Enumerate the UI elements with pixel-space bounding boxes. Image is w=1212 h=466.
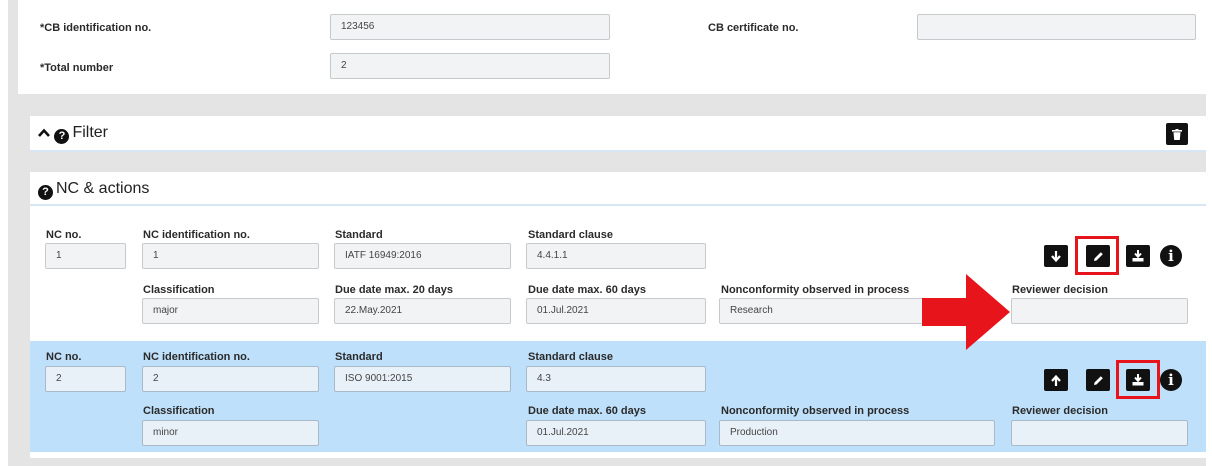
- standard-label: Standard: [335, 229, 383, 241]
- due-date-60-label: Due date max. 60 days: [528, 405, 647, 417]
- download-button-highlight: [1116, 360, 1160, 399]
- download-button[interactable]: [1126, 245, 1150, 267]
- clear-filter-button[interactable]: [1166, 123, 1188, 145]
- arrow-up-icon: [1051, 374, 1061, 386]
- due-date-60-label: Due date max. 60 days: [528, 284, 647, 296]
- filter-divider: [30, 150, 1206, 152]
- due-date-60-field[interactable]: 01.Jul.2021: [526, 420, 706, 446]
- standard-clause-label: Standard clause: [528, 351, 613, 363]
- due-date-60-field[interactable]: 01.Jul.2021: [526, 298, 706, 324]
- standard-clause-field[interactable]: 4.4.1.1: [526, 243, 706, 269]
- reviewer-decision-label: Reviewer decision: [1012, 405, 1108, 417]
- nc-row-2: NC no. 2 NC identification no. 2 Standar…: [30, 341, 1206, 452]
- nc-identification-field[interactable]: 2: [142, 366, 319, 392]
- due-date-20-field[interactable]: 22.May.2021: [334, 298, 511, 324]
- cb-id-field[interactable]: 123456: [330, 14, 610, 40]
- due-date-20-label: Due date max. 20 days: [335, 284, 454, 296]
- header-panel: *CB identification no. 123456 CB certifi…: [18, 0, 1206, 94]
- nc-no-field[interactable]: 1: [45, 243, 126, 269]
- nc-section-title: ? NC & actions: [38, 180, 149, 200]
- question-circle-icon: ?: [38, 185, 53, 200]
- cb-certificate-field[interactable]: [917, 14, 1196, 40]
- standard-field[interactable]: ISO 9001:2015: [334, 366, 511, 392]
- nc-no-label: NC no.: [46, 229, 82, 241]
- move-up-button[interactable]: [1044, 369, 1068, 391]
- info-icon[interactable]: i: [1160, 245, 1182, 267]
- nc-identification-label: NC identification no.: [143, 351, 250, 363]
- classification-label: Classification: [143, 284, 215, 296]
- arrow-down-icon: [1051, 250, 1061, 262]
- reviewer-decision-label: Reviewer decision: [1012, 284, 1108, 296]
- nc-title: NC & actions: [56, 180, 150, 197]
- info-icon[interactable]: i: [1160, 369, 1182, 391]
- download-icon: [1132, 250, 1144, 262]
- standard-clause-label: Standard clause: [528, 229, 613, 241]
- standard-label: Standard: [335, 351, 383, 363]
- standard-field[interactable]: IATF 16949:2016: [334, 243, 511, 269]
- total-number-field[interactable]: 2: [330, 53, 610, 79]
- filter-title: Filter: [72, 124, 109, 141]
- pencil-icon: [1093, 375, 1103, 385]
- nc-identification-field[interactable]: 1: [142, 243, 319, 269]
- classification-field[interactable]: minor: [142, 420, 319, 446]
- edit-button[interactable]: [1086, 369, 1110, 391]
- trash-icon: [1172, 128, 1182, 140]
- question-circle-icon: ?: [54, 129, 70, 144]
- process-label: Nonconformity observed in process: [721, 284, 910, 296]
- process-field[interactable]: Production: [719, 420, 995, 446]
- nc-identification-label: NC identification no.: [143, 229, 250, 241]
- reviewer-decision-field[interactable]: [1011, 420, 1188, 446]
- filter-panel: ? Filter: [30, 116, 1206, 150]
- process-label: Nonconformity observed in process: [721, 405, 910, 417]
- nc-no-label: NC no.: [46, 351, 82, 363]
- classification-label: Classification: [143, 405, 215, 417]
- nc-divider: [30, 204, 1206, 206]
- cb-id-label: *CB identification no.: [40, 22, 152, 34]
- edit-button-highlight: [1075, 236, 1119, 275]
- classification-field[interactable]: major: [142, 298, 319, 324]
- nc-no-field[interactable]: 2: [45, 366, 126, 392]
- reviewer-decision-field[interactable]: [1011, 298, 1188, 324]
- total-number-label: *Total number: [40, 62, 114, 74]
- standard-clause-field[interactable]: 4.3: [526, 366, 706, 392]
- annotation-arrow-icon: [922, 274, 1010, 350]
- cb-certificate-label: CB certificate no.: [708, 22, 799, 34]
- filter-header[interactable]: ? Filter: [38, 124, 108, 144]
- chevron-up-icon: [38, 128, 50, 137]
- move-down-button[interactable]: [1044, 245, 1068, 267]
